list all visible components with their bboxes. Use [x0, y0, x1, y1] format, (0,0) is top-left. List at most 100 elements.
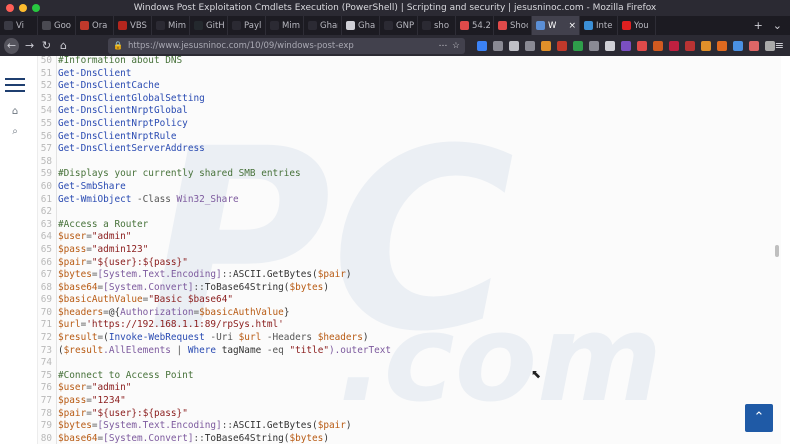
tab-label: Payl	[244, 20, 262, 31]
browser-tab[interactable]: W ×	[532, 16, 580, 35]
home-sidebar-icon[interactable]: ⌂	[9, 106, 21, 117]
forward-icon[interactable]: →	[21, 39, 38, 52]
close-window-button[interactable]	[6, 4, 14, 12]
minimize-window-button[interactable]	[19, 4, 27, 12]
browser-tab[interactable]: Ghana N	[304, 16, 342, 35]
code-text: $user="admin"	[58, 231, 131, 244]
url-bar[interactable]: 🔒 https://www.jesusninoc.com/10/09/windo…	[107, 37, 465, 54]
code-line: 75 #Connect to Access Point	[38, 369, 781, 383]
line-number: 63	[40, 218, 52, 230]
extension-icon[interactable]	[700, 40, 711, 51]
code-text: $base64=[System.Convert]::ToBase64String…	[58, 282, 329, 295]
reload-icon[interactable]: ↻	[38, 39, 55, 52]
code-text: Get-WmiObject -Class Win32_Share	[58, 194, 239, 207]
tab-favicon-icon	[622, 21, 631, 30]
extension-icon[interactable]	[588, 40, 599, 51]
code-line: 66 $pair="${user}:${pass}"	[38, 256, 781, 270]
menu-icon[interactable]: ≡	[775, 39, 784, 52]
browser-tab[interactable]: GitH	[190, 16, 228, 35]
lock-icon[interactable]: 🔒	[113, 41, 123, 50]
mouse-cursor-icon: ⬉	[531, 367, 542, 381]
code-token: #Connect to Access Point	[58, 369, 194, 381]
gutter-divider	[56, 369, 57, 383]
code-scrollbar[interactable]	[774, 56, 780, 443]
left-sidebar: ⌂ ⌕	[0, 56, 30, 444]
url-text[interactable]: https://www.jesusninoc.com/10/09/windows…	[128, 41, 434, 51]
code-line: 60 Get-SmbShare	[38, 180, 781, 194]
tab-favicon-icon	[232, 21, 241, 30]
gutter-divider	[56, 344, 57, 358]
extension-icon[interactable]	[764, 40, 775, 51]
code-line: 54 Get-DnsClientNrptGlobal	[38, 105, 781, 118]
tab-label: Shoc	[510, 20, 528, 31]
extension-icon[interactable]	[556, 40, 567, 51]
browser-tab[interactable]: Vi	[0, 16, 38, 35]
browser-tab[interactable]: Goo	[38, 16, 76, 35]
extension-icon[interactable]	[636, 40, 647, 51]
code-token: "${user}:${pass}"	[91, 407, 188, 419]
browser-tab[interactable]: You	[618, 16, 656, 35]
code-token: Invoke-WebRequest	[108, 332, 205, 344]
extension-icon[interactable]	[572, 40, 583, 51]
gutter-divider	[56, 407, 57, 421]
code-token: "admin123"	[91, 243, 149, 255]
search-sidebar-icon[interactable]: ⌕	[9, 126, 21, 137]
extension-icon[interactable]	[620, 40, 631, 51]
code-block: PC .com 50 #Information about DNS 51 Get-Dn…	[37, 56, 781, 444]
browser-tab[interactable]: Gha	[342, 16, 380, 35]
extension-icon[interactable]	[684, 40, 695, 51]
browser-tab[interactable]: VBS	[114, 16, 152, 35]
code-token: $basicAuthValue	[199, 306, 284, 318]
code-text: $pair="${user}:${pass}"	[58, 257, 188, 270]
browser-tab[interactable]: Payl	[228, 16, 266, 35]
code-token: "1234"	[91, 395, 126, 407]
browser-tab[interactable]: GNP	[380, 16, 418, 35]
code-token: $url	[58, 319, 81, 331]
code-token: $pair	[317, 269, 346, 281]
extension-icon[interactable]	[524, 40, 535, 51]
browser-tab[interactable]: Mimikat	[152, 16, 190, 35]
extension-icon[interactable]	[748, 40, 759, 51]
extension-icon[interactable]	[540, 40, 551, 51]
extension-icon[interactable]	[732, 40, 743, 51]
extension-icon[interactable]	[604, 40, 615, 51]
code-token: $bytes	[289, 281, 324, 293]
code-token: Win32_Share	[176, 193, 239, 205]
bookmark-star-icon[interactable]: ☆	[452, 41, 460, 51]
tab-label: Goo	[54, 20, 71, 31]
extension-icon[interactable]	[476, 40, 487, 51]
code-text: $headers=@{Authorization=$basicAuthValue…	[58, 307, 289, 320]
maximize-window-button[interactable]	[32, 4, 40, 12]
close-tab-icon[interactable]: ×	[568, 21, 576, 31]
browser-tab[interactable]: 54.2	[456, 16, 494, 35]
line-number: 75	[40, 369, 52, 381]
extension-icon[interactable]	[492, 40, 503, 51]
browser-tab[interactable]: Inte	[580, 16, 618, 35]
code-text: $bytes=[System.Text.Encoding]::ASCII.Get…	[58, 269, 352, 282]
code-token: "Basic $base64"	[148, 294, 233, 306]
back-icon[interactable]: ←	[4, 37, 20, 54]
extension-icon[interactable]	[508, 40, 519, 51]
code-line: 67 $bytes=[System.Text.Encoding]::ASCII.G…	[38, 269, 781, 282]
browser-tab[interactable]: Mimikat	[266, 16, 304, 35]
gutter-divider	[56, 206, 57, 219]
home-icon[interactable]: ⌂	[55, 39, 72, 52]
extension-icon[interactable]	[668, 40, 679, 51]
scroll-to-top-button[interactable]: ⌃	[745, 404, 773, 432]
extension-icon[interactable]	[652, 40, 663, 51]
code-text: #Information about DNS	[58, 56, 182, 68]
code-line: 52 Get-DnsClientCache	[38, 80, 781, 93]
page-actions-icon[interactable]: ⋯	[439, 41, 448, 51]
browser-tab[interactable]: Shoc	[494, 16, 532, 35]
code-token: ASCII.GetBytes(	[233, 420, 318, 432]
code-text: Get-DnsClientNrptPolicy	[58, 118, 188, 131]
code-token: "${user}:${pass}"	[91, 256, 188, 268]
gutter-divider	[56, 332, 57, 345]
hamburger-menu-icon[interactable]	[5, 78, 25, 96]
browser-tab[interactable]: sho	[418, 16, 456, 35]
code-line: 72 $result=(Invoke-WebRequest -Uri $url -…	[38, 332, 781, 345]
tab-list-icon[interactable]: ⌄	[773, 19, 782, 32]
browser-tab[interactable]: Ora	[76, 16, 114, 35]
new-tab-icon[interactable]: +	[754, 19, 763, 32]
extension-icon[interactable]	[716, 40, 727, 51]
